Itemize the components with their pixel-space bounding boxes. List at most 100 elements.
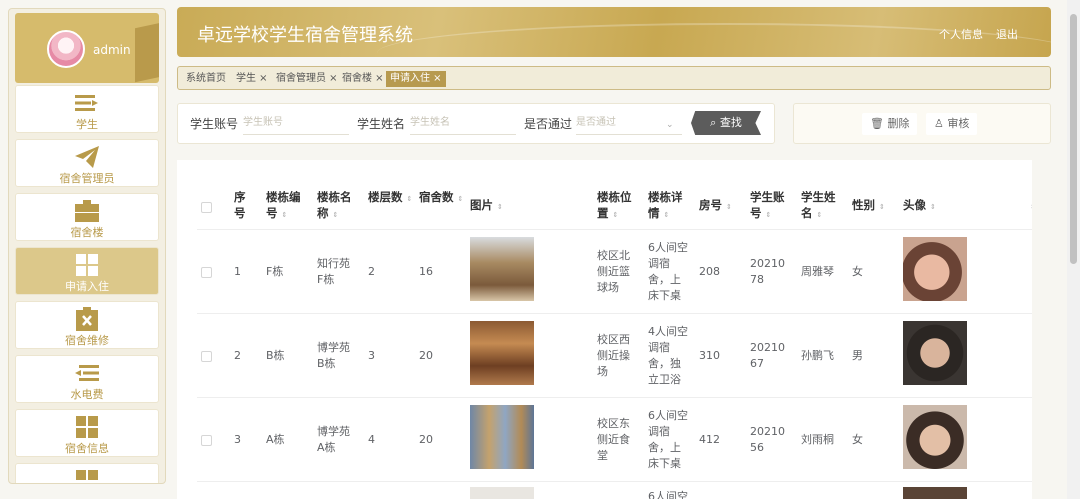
- chevron-down-icon[interactable]: ⌄: [666, 120, 674, 130]
- clipboard-x-icon: [74, 307, 100, 331]
- header-no[interactable]: 序号: [234, 189, 248, 221]
- header-floors[interactable]: 楼层数 ⇕: [368, 189, 418, 207]
- list-icon: [74, 92, 100, 114]
- cell-building-name: 博学苑A栋: [317, 425, 350, 454]
- trash-icon: 🗑: [870, 117, 884, 130]
- sidebar-item-label: 宿舍管理员: [59, 172, 115, 185]
- cell-student-name: 刘雨桐: [801, 433, 834, 446]
- cell-building-code: F栋: [266, 265, 284, 278]
- cell-no: 3: [234, 433, 241, 446]
- name-label: 学生姓名: [357, 117, 406, 131]
- sidebar-item-dorm-manager[interactable]: 宿舍管理员: [15, 139, 159, 187]
- cell-student-name: 孙鹏飞: [801, 349, 834, 362]
- cell-location: 校区西侧近操场: [597, 333, 630, 378]
- row-checkbox[interactable]: [201, 267, 212, 278]
- dorm-image[interactable]: [470, 237, 534, 301]
- sidebar-item-apply-checkin[interactable]: 申请入住: [15, 247, 159, 295]
- data-table: 序号 楼栋编号 ⇕ 楼栋名称 ⇕ 楼层数 ⇕ 宿舍数 ⇕ 图片 ⇕ 楼栋位置 ⇕…: [177, 160, 1032, 499]
- cell-location: 校区东侧近食堂: [597, 417, 630, 462]
- search-icon: ⌕: [710, 116, 717, 129]
- header-building-name[interactable]: 楼栋名称 ⇕: [317, 189, 355, 223]
- account-input[interactable]: [243, 111, 349, 135]
- dorm-image[interactable]: [470, 487, 534, 499]
- review-button[interactable]: ♙ 审核: [926, 113, 978, 135]
- header-gender[interactable]: 性别 ⇕: [852, 197, 902, 215]
- cell-building-name: 博学苑B栋: [317, 341, 350, 370]
- cell-detail: 6人间空调宿舍，上床下桌: [648, 241, 688, 302]
- tab-dorm-manager[interactable]: 宿舍管理员 ×: [272, 71, 342, 87]
- tab-apply-checkin[interactable]: 申请入住 ×: [386, 71, 446, 87]
- cell-building-code: A栋: [266, 433, 285, 446]
- cell-building-name: 知行苑F栋: [317, 257, 350, 286]
- tab-student[interactable]: 学生 ×: [232, 71, 272, 87]
- header-detail[interactable]: 楼栋详情 ⇕: [648, 189, 686, 223]
- find-button[interactable]: ⌕ 查找: [691, 111, 761, 135]
- cell-rooms: 16: [419, 265, 433, 278]
- cell-floors: 4: [368, 433, 375, 446]
- cell-student-name: 周雅琴: [801, 265, 834, 278]
- cell-gender: 女: [852, 265, 863, 278]
- select-all-checkbox[interactable]: [201, 202, 212, 213]
- header-location[interactable]: 楼栋位置 ⇕: [597, 189, 635, 223]
- name-input[interactable]: [410, 111, 516, 135]
- header-account[interactable]: 学生账号 ⇕: [750, 189, 788, 223]
- header-room-no[interactable]: 房号 ⇕: [699, 197, 749, 215]
- row-divider: [197, 397, 1032, 398]
- tab-home[interactable]: 系统首页: [182, 71, 230, 87]
- row-divider: [197, 481, 1032, 482]
- row-checkbox[interactable]: [201, 351, 212, 362]
- student-avatar[interactable]: [903, 487, 967, 499]
- dorm-image[interactable]: [470, 321, 534, 385]
- briefcase-icon: [74, 200, 100, 222]
- cell-detail: 4人间空调宿舍，独立卫浴: [648, 325, 688, 386]
- cell-floors: 3: [368, 349, 375, 362]
- logout-link[interactable]: 退出: [996, 26, 1018, 42]
- header-image[interactable]: 图片 ⇕: [470, 197, 530, 215]
- user-card[interactable]: admin: [15, 13, 159, 83]
- cell-room-no: 412: [699, 433, 720, 446]
- avatar: [47, 30, 85, 68]
- header-avatar[interactable]: 头像 ⇕: [903, 197, 953, 215]
- header-rooms[interactable]: 宿舍数 ⇕: [419, 189, 469, 207]
- action-panel: 🗑 删除 ♙ 审核: [793, 103, 1051, 144]
- approved-label: 是否通过: [524, 117, 573, 131]
- app-title: 卓远学校学生宿舍管理系统: [197, 25, 413, 46]
- sidebar-item-label: 宿舍信息: [65, 442, 109, 455]
- row-checkbox[interactable]: [201, 435, 212, 446]
- sidebar-item-dorm-info[interactable]: 宿舍信息: [15, 409, 159, 457]
- sidebar-item-label: 学生: [76, 118, 98, 131]
- cell-building-code: B栋: [266, 349, 285, 362]
- student-avatar[interactable]: [903, 237, 967, 301]
- tab-dorm-building[interactable]: 宿舍楼 ×: [338, 71, 388, 87]
- account-label: 学生账号: [190, 117, 239, 131]
- indent-list-icon: [74, 362, 100, 384]
- cell-location: 校区北侧近篮球场: [597, 249, 630, 294]
- decorative-flag: [135, 21, 159, 83]
- header-more: ⇕: [1030, 197, 1032, 215]
- profile-link[interactable]: 个人信息: [939, 26, 983, 42]
- cell-room-no: 310: [699, 349, 720, 362]
- cell-gender: 男: [852, 349, 863, 362]
- sidebar-item-dorm-repair[interactable]: 宿舍维修: [15, 301, 159, 349]
- sidebar-item-label: 水电费: [70, 388, 104, 401]
- header-student-name[interactable]: 学生姓名 ⇕: [801, 189, 839, 223]
- cell-account: 2021067: [750, 341, 785, 370]
- dorm-image[interactable]: [470, 405, 534, 469]
- paper-plane-icon: [74, 146, 100, 168]
- student-avatar[interactable]: [903, 405, 967, 469]
- cell-rooms: 20: [419, 349, 433, 362]
- student-avatar[interactable]: [903, 321, 967, 385]
- cell-detail: 6人间空: [648, 490, 688, 499]
- sidebar-item-dorm-building[interactable]: 宿舍楼: [15, 193, 159, 241]
- sidebar-item-more[interactable]: [15, 463, 159, 483]
- cell-rooms: 20: [419, 433, 433, 446]
- header-building-code[interactable]: 楼栋编号 ⇕: [266, 189, 304, 223]
- grid-icon: [74, 470, 100, 483]
- sidebar-item-student[interactable]: 学生: [15, 85, 159, 133]
- delete-button[interactable]: 🗑 删除: [862, 113, 918, 135]
- sidebar-item-utility-fee[interactable]: 水电费: [15, 355, 159, 403]
- app-header: 卓远学校学生宿舍管理系统 个人信息 退出: [177, 7, 1051, 57]
- tab-bar: 系统首页 学生 × 宿舍管理员 × 宿舍楼 × 申请入住 ×: [177, 66, 1051, 90]
- page-scrollbar[interactable]: [1067, 0, 1080, 499]
- scrollbar-thumb[interactable]: [1070, 14, 1077, 264]
